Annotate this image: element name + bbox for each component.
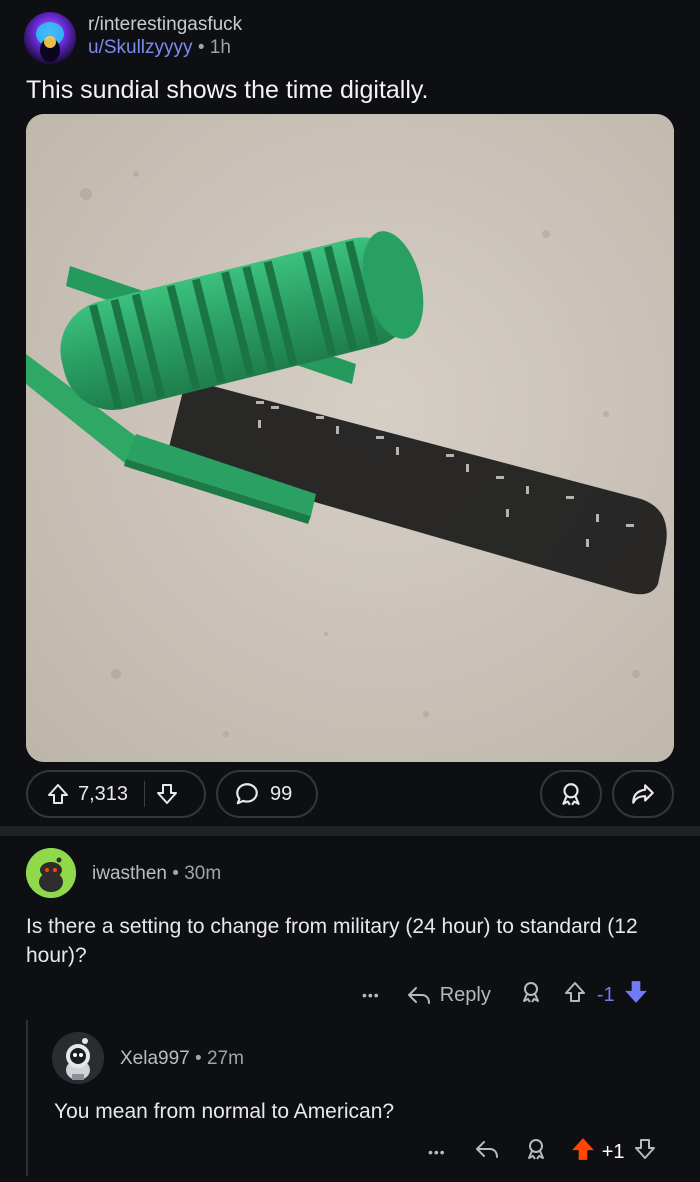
award-icon — [558, 781, 584, 807]
upvote-active-icon[interactable] — [570, 1136, 596, 1168]
reply-actions: ••• +1 — [428, 1137, 657, 1167]
separator-dot: • — [172, 863, 179, 884]
more-options-icon[interactable]: ••• — [428, 1144, 446, 1160]
downvote-icon[interactable] — [633, 1137, 657, 1167]
reply-author[interactable]: Xela997 — [120, 1048, 190, 1069]
upvote-count: 7,313 — [78, 782, 129, 805]
post-age: 1h — [209, 37, 231, 58]
upvote-icon[interactable] — [46, 782, 70, 806]
reply-icon[interactable] — [474, 1137, 500, 1167]
comment-score: -1 — [596, 983, 615, 1006]
reply-label: Reply — [439, 983, 491, 1006]
award-icon[interactable] — [519, 980, 543, 1010]
comment-actions: ••• Reply -1 — [362, 980, 649, 1010]
section-divider — [0, 826, 700, 836]
reply-button[interactable]: Reply — [406, 983, 491, 1007]
comment-author-line: iwasthen • 30m — [92, 863, 221, 885]
more-options-icon[interactable]: ••• — [362, 987, 380, 1003]
upvote-icon[interactable] — [563, 980, 587, 1010]
reply-avatar[interactable] — [52, 1032, 104, 1084]
reply-author-line: Xela997 • 27m — [120, 1048, 244, 1070]
separator-dot: • — [195, 1048, 202, 1069]
commenter-avatar[interactable] — [26, 848, 76, 898]
post-card[interactable]: r/interestingasfuck u/Skullzyyyy • 1h Th… — [0, 0, 700, 828]
award-button[interactable] — [540, 770, 602, 818]
vote-divider — [144, 781, 146, 807]
share-icon — [630, 781, 656, 807]
downvote-active-icon[interactable] — [623, 979, 649, 1011]
separator-dot: • — [197, 37, 205, 58]
post-image[interactable] — [26, 114, 674, 762]
post-author[interactable]: u/Skullzyyyy — [88, 37, 193, 58]
subreddit-name[interactable]: r/interestingasfuck — [88, 14, 242, 36]
comment-count: 99 — [270, 782, 293, 805]
reply-score: +1 — [601, 1140, 625, 1163]
thread-line[interactable] — [26, 1020, 28, 1176]
comments-button[interactable]: 99 — [216, 770, 318, 818]
comment-body: Is there a setting to change from milita… — [26, 915, 638, 967]
post-actions: 7,313 99 — [0, 770, 700, 820]
share-button[interactable] — [612, 770, 674, 818]
award-icon[interactable] — [524, 1137, 548, 1167]
comment-author[interactable]: iwasthen — [92, 863, 167, 884]
reply-age: 27m — [206, 1048, 244, 1069]
vote-control: 7,313 — [26, 770, 206, 818]
reply-icon — [407, 987, 430, 1004]
subreddit-avatar[interactable] — [24, 12, 76, 64]
comment-icon — [234, 781, 260, 807]
comment-age: 30m — [184, 863, 222, 884]
downvote-icon[interactable] — [155, 782, 179, 806]
post-title[interactable]: This sundial shows the time digitally. — [26, 76, 429, 105]
reply-body: You mean from normal to American? — [54, 1100, 395, 1123]
